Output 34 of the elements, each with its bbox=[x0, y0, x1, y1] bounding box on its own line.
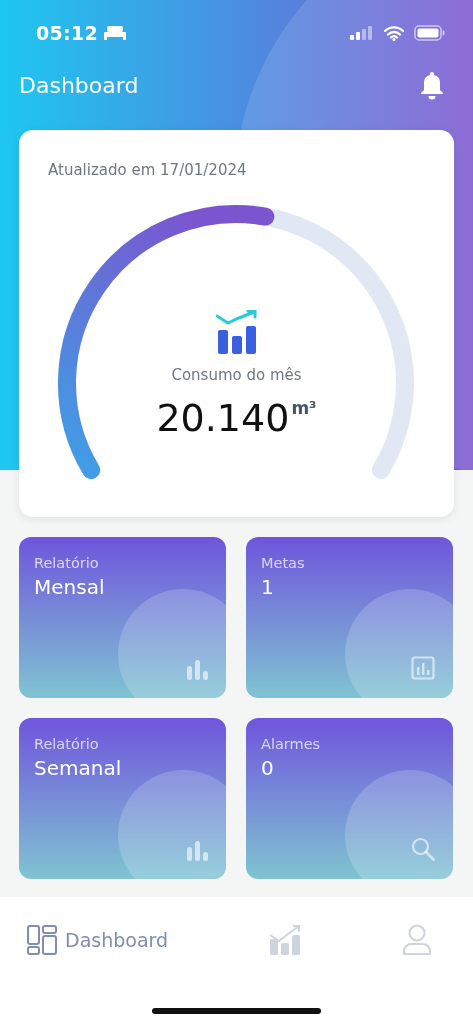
summary-card[interactable]: Metas 1 bbox=[246, 537, 453, 698]
card-label: Metas bbox=[261, 555, 306, 571]
summary-card[interactable]: Relatório Mensal bbox=[19, 537, 226, 698]
consumption-value: 20.140 bbox=[156, 396, 290, 440]
profile-icon bbox=[402, 924, 432, 956]
nav-tab[interactable]: Dashboard bbox=[27, 925, 169, 955]
card-value: Mensal bbox=[34, 575, 106, 599]
summary-card[interactable]: Alarmes 0 bbox=[246, 718, 453, 879]
nav-tab[interactable] bbox=[269, 925, 302, 955]
gauge-label: Consumo do mês bbox=[171, 366, 302, 384]
unit-label: m³ bbox=[291, 398, 317, 418]
battery-icon bbox=[414, 25, 445, 41]
card-value: Semanal bbox=[34, 756, 123, 780]
card-label: Relatório bbox=[34, 736, 100, 752]
nav-tab[interactable] bbox=[402, 924, 432, 956]
bed-icon bbox=[104, 26, 126, 40]
card-label: Alarmes bbox=[261, 736, 322, 752]
growth-chart-icon bbox=[215, 310, 258, 354]
bell-icon[interactable] bbox=[419, 70, 445, 100]
chart-icon bbox=[269, 925, 302, 955]
bar-chart-icon bbox=[186, 660, 208, 680]
wifi-icon bbox=[384, 25, 404, 41]
search-icon bbox=[411, 837, 435, 861]
card-label: Relatório bbox=[34, 555, 100, 571]
report-icon bbox=[411, 656, 435, 680]
page-title: Dashboard bbox=[19, 72, 139, 98]
status-time: 05:12 bbox=[36, 22, 98, 44]
bar-chart-icon bbox=[186, 841, 208, 861]
card-value: 1 bbox=[261, 575, 275, 599]
card-value: 0 bbox=[261, 756, 275, 780]
updated-date: Atualizado em 17/01/2024 bbox=[48, 161, 247, 179]
signal-icon bbox=[350, 26, 374, 40]
dashboard-icon bbox=[27, 925, 57, 955]
summary-card[interactable]: Relatório Semanal bbox=[19, 718, 226, 879]
